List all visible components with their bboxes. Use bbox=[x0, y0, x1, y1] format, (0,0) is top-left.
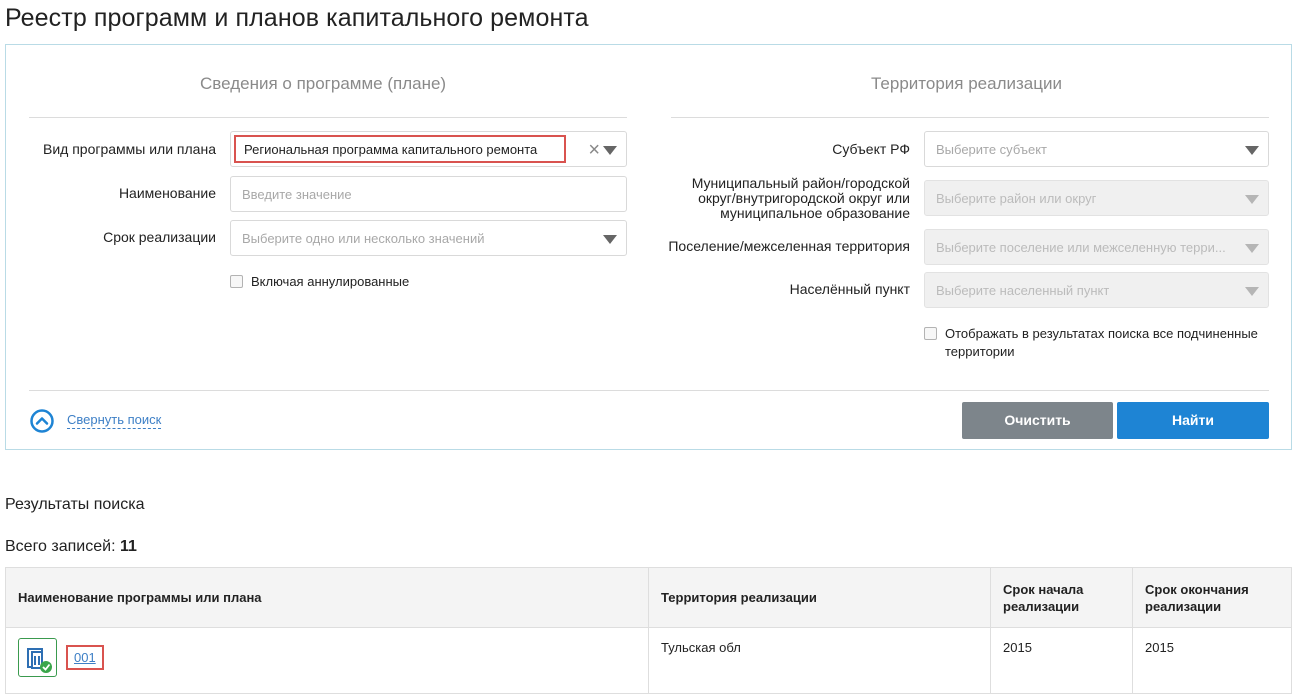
include-annulled-checkbox[interactable] bbox=[230, 275, 243, 288]
program-section-divider bbox=[29, 117, 627, 118]
locality-label: Населённый пункт bbox=[789, 281, 910, 297]
district-select[interactable]: Выберите район или округ bbox=[924, 180, 1269, 216]
cell-territory: Тульская обл bbox=[648, 627, 991, 694]
show-subordinate-label-line: территории bbox=[945, 344, 1015, 359]
program-type-value: Региональная программа капитального ремо… bbox=[234, 135, 566, 163]
chevron-down-icon[interactable] bbox=[603, 146, 617, 155]
chevron-down-icon[interactable] bbox=[1245, 195, 1259, 204]
results-table: Наименование программы или плана Террито… bbox=[5, 567, 1292, 694]
settlement-placeholder: Выберите поселение или межселенную терри… bbox=[936, 240, 1226, 255]
collapse-up-icon[interactable] bbox=[30, 409, 54, 433]
territory-section-title: Территория реализации bbox=[871, 74, 1062, 93]
locality-placeholder: Выберите населенный пункт bbox=[936, 283, 1110, 298]
document-approved-icon[interactable] bbox=[18, 638, 57, 677]
show-subordinate-label-line: Отображать в результатах поиска все подч… bbox=[945, 326, 1258, 341]
district-label-line: муниципальное образование bbox=[720, 205, 910, 221]
subject-select[interactable]: Выберите субъект bbox=[924, 131, 1269, 167]
district-label: Муниципальный район/городской округ/внут… bbox=[646, 176, 910, 221]
chevron-down-icon[interactable] bbox=[1245, 244, 1259, 253]
name-input[interactable]: Введите значение bbox=[230, 176, 627, 212]
clear-icon[interactable]: × bbox=[588, 140, 600, 160]
row-link-highlight: 001 bbox=[66, 645, 104, 670]
program-link[interactable]: 001 bbox=[74, 650, 96, 665]
search-panel: Сведения о программе (плане) Вид програм… bbox=[5, 44, 1292, 450]
period-select[interactable]: Выберите одно или несколько значений bbox=[230, 220, 627, 256]
column-header-end[interactable]: Срок окончания реализации bbox=[1132, 567, 1292, 628]
program-section-title: Сведения о программе (плане) bbox=[200, 74, 447, 93]
district-label-line: Муниципальный район/городской bbox=[691, 175, 910, 191]
cell-end: 2015 bbox=[1132, 627, 1292, 694]
column-header-name[interactable]: Наименование программы или плана bbox=[5, 567, 649, 628]
include-annulled-label: Включая аннулированные bbox=[251, 274, 410, 289]
show-subordinate-checkbox[interactable] bbox=[924, 327, 937, 340]
chevron-down-icon[interactable] bbox=[1245, 146, 1259, 155]
district-placeholder: Выберите район или округ bbox=[936, 191, 1097, 206]
clear-button[interactable]: Очистить bbox=[962, 402, 1113, 439]
period-placeholder: Выберите одно или несколько значений bbox=[242, 231, 485, 246]
chevron-down-icon[interactable] bbox=[603, 235, 617, 244]
table-row: 001 Тульская обл 2015 2015 bbox=[5, 627, 1292, 694]
locality-select[interactable]: Выберите населенный пункт bbox=[924, 272, 1269, 308]
program-type-label: Вид программы или плана bbox=[42, 141, 216, 157]
settlement-label: Поселение/межселенная территория bbox=[668, 238, 910, 254]
total-label: Всего записей: bbox=[5, 538, 116, 555]
territory-section-divider bbox=[671, 117, 1269, 118]
actions-divider bbox=[29, 390, 1269, 391]
find-button[interactable]: Найти bbox=[1117, 402, 1269, 439]
program-type-select[interactable]: Региональная программа капитального ремо… bbox=[230, 131, 627, 167]
column-header-territory[interactable]: Территория реализации bbox=[648, 567, 991, 628]
column-header-start[interactable]: Срок начала реализации bbox=[990, 567, 1133, 628]
show-subordinate-label: Отображать в результатах поиска все подч… bbox=[945, 325, 1275, 361]
settlement-select[interactable]: Выберите поселение или межселенную терри… bbox=[924, 229, 1269, 265]
period-label: Срок реализации bbox=[103, 229, 216, 245]
table-header-row: Наименование программы или плана Террито… bbox=[5, 567, 1292, 628]
district-label-line: округ/внутригородской округ или bbox=[698, 190, 910, 206]
collapse-search-link[interactable]: Свернуть поиск bbox=[67, 412, 162, 429]
name-label: Наименование bbox=[118, 185, 216, 201]
subject-label: Субъект РФ bbox=[832, 141, 910, 157]
chevron-down-icon[interactable] bbox=[1245, 287, 1259, 296]
cell-start: 2015 bbox=[990, 627, 1133, 694]
name-placeholder: Введите значение bbox=[242, 187, 352, 202]
cell-name: 001 bbox=[5, 627, 649, 694]
total-records: Всего записей: 11 bbox=[5, 538, 137, 556]
total-count: 11 bbox=[119, 538, 137, 555]
results-title: Результаты поиска bbox=[5, 496, 145, 513]
subject-placeholder: Выберите субъект bbox=[936, 142, 1047, 157]
page-title: Реестр программ и планов капитального ре… bbox=[5, 4, 589, 32]
